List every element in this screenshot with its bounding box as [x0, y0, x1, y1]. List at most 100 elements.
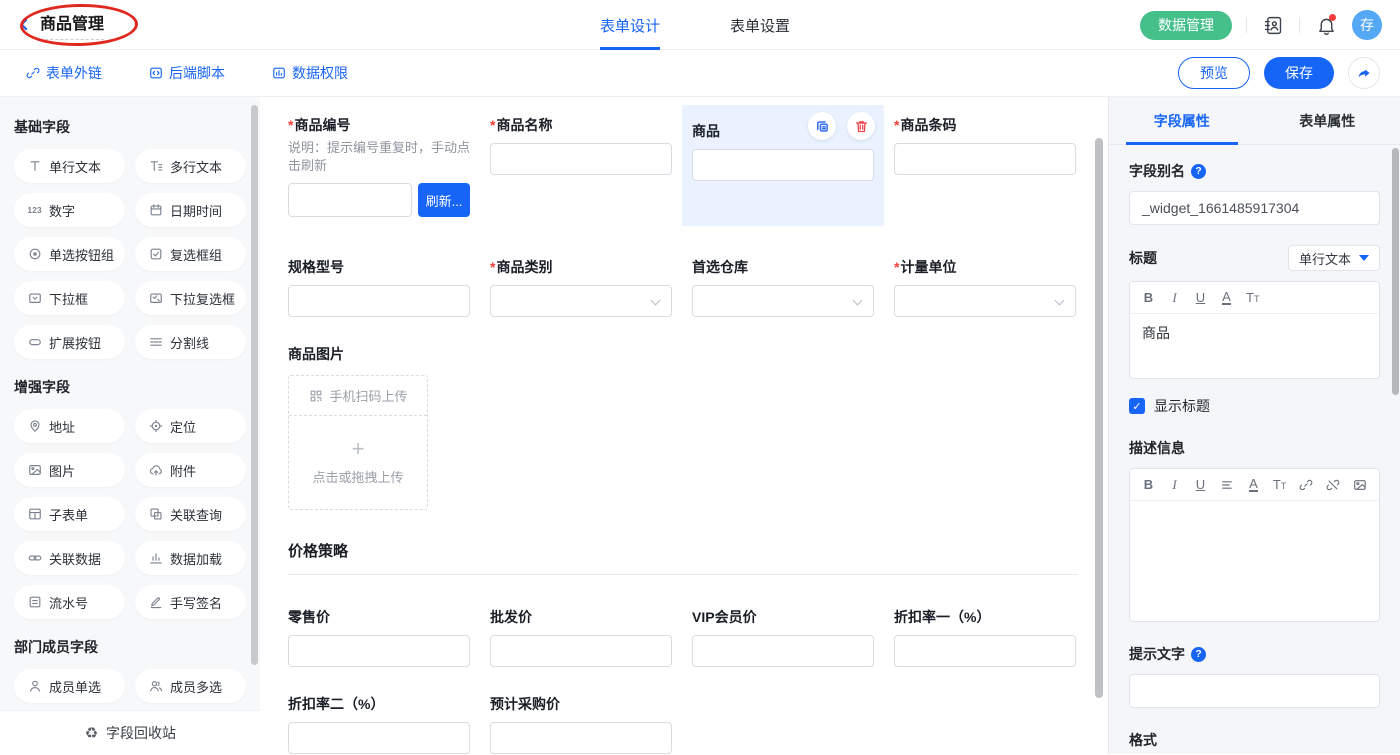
- unit-select[interactable]: [894, 285, 1076, 317]
- toolbar-link-data-permission[interactable]: 数据权限: [271, 63, 348, 83]
- sidebar-item-number[interactable]: 123数字: [14, 193, 125, 227]
- description-editor-content[interactable]: [1130, 501, 1379, 621]
- field-category[interactable]: *商品类别: [490, 258, 672, 317]
- checkbox-checked-icon[interactable]: ✓: [1129, 398, 1145, 414]
- save-button[interactable]: 保存: [1264, 57, 1334, 89]
- discount-2-input[interactable]: [288, 722, 470, 754]
- sidebar-item-location[interactable]: 定位: [135, 409, 246, 443]
- sidebar-item-select[interactable]: 下拉框: [14, 281, 125, 315]
- field-purchase-price[interactable]: 预计采购价: [490, 695, 672, 754]
- sidebar-item-signature[interactable]: 手写签名: [135, 585, 246, 619]
- italic-tool-icon[interactable]: I: [1168, 290, 1181, 306]
- sidebar-item-divider[interactable]: 分割线: [135, 325, 246, 359]
- purchase-price-input[interactable]: [490, 722, 672, 754]
- bold-tool-icon[interactable]: B: [1142, 290, 1155, 305]
- field-vip-price[interactable]: VIP会员价: [692, 608, 874, 667]
- tab-form-settings[interactable]: 表单设置: [730, 0, 790, 50]
- imgtool-tool-icon[interactable]: [1353, 478, 1367, 492]
- fontsize-tool-icon[interactable]: TT: [1273, 477, 1286, 492]
- field-retail-price[interactable]: 零售价: [288, 608, 470, 667]
- field-type-select[interactable]: 单行文本: [1288, 245, 1380, 271]
- wholesale-price-input[interactable]: [490, 635, 672, 667]
- scan-upload-button[interactable]: 手机扫码上传: [289, 376, 427, 416]
- field-discount-2[interactable]: 折扣率二（%）: [288, 695, 470, 754]
- notification-bell-icon[interactable]: [1314, 13, 1338, 37]
- sidebar-scrollbar[interactable]: [251, 105, 258, 665]
- share-button[interactable]: [1348, 57, 1380, 89]
- field-wholesale-price[interactable]: 批发价: [490, 608, 672, 667]
- avatar[interactable]: 存: [1352, 10, 1382, 40]
- address-book-icon[interactable]: [1261, 13, 1285, 37]
- sidebar-item-datetime[interactable]: 日期时间: [135, 193, 246, 227]
- product-code-input[interactable]: [288, 183, 412, 217]
- sidebar-item-linked-data[interactable]: 关联数据: [14, 541, 125, 575]
- copy-field-button[interactable]: [808, 112, 836, 140]
- retail-price-input[interactable]: [288, 635, 470, 667]
- click-upload-area[interactable]: + 点击或拖拽上传: [289, 416, 427, 509]
- selected-field-product[interactable]: 商品: [682, 105, 884, 226]
- sidebar-item-multi-select[interactable]: 下拉复选框: [135, 281, 246, 315]
- title-editor-content[interactable]: 商品: [1130, 314, 1379, 378]
- back-button[interactable]: [12, 13, 36, 37]
- field-product-code[interactable]: *商品编号 说明：提示编号重复时，手动点击刷新 刷新...: [288, 116, 470, 217]
- sidebar-item-attachment[interactable]: 附件: [135, 453, 246, 487]
- field-product-image[interactable]: 商品图片 手机扫码上传 + 点击或拖拽上传: [288, 345, 1108, 510]
- data-manage-button[interactable]: 数据管理: [1140, 11, 1232, 40]
- sidebar-item-radio-group[interactable]: 单选按钮组: [14, 237, 125, 271]
- product-input[interactable]: [692, 149, 874, 181]
- question-icon[interactable]: ?: [1191, 164, 1206, 179]
- sidebar-item-linked-query[interactable]: 关联查询: [135, 497, 246, 531]
- delete-field-button[interactable]: [847, 112, 875, 140]
- linkeddata-icon: [27, 551, 42, 566]
- tab-field-properties[interactable]: 字段属性: [1109, 97, 1255, 144]
- vip-price-input[interactable]: [692, 635, 874, 667]
- field-alias-input[interactable]: _widget_1661485917304: [1129, 191, 1380, 225]
- preview-button[interactable]: 预览: [1178, 57, 1250, 89]
- field-recycle-bin[interactable]: ♻ 字段回收站: [0, 710, 260, 754]
- sidebar-item-member-multi[interactable]: 成员多选: [135, 669, 246, 703]
- discount-1-input[interactable]: [894, 635, 1076, 667]
- underline-tool-icon[interactable]: U: [1194, 290, 1207, 305]
- unlink-tool-icon[interactable]: [1326, 478, 1340, 492]
- tab-form-design[interactable]: 表单设计: [600, 0, 660, 50]
- sidebar-item-text[interactable]: 单行文本: [14, 149, 125, 183]
- tab-form-properties[interactable]: 表单属性: [1255, 97, 1400, 144]
- field-spec-model[interactable]: 规格型号: [288, 258, 470, 317]
- field-product-name[interactable]: *商品名称: [490, 116, 672, 175]
- sidebar-item-ext-button[interactable]: 扩展按钮: [14, 325, 125, 359]
- hint-text-input[interactable]: [1129, 674, 1380, 708]
- field-warehouse[interactable]: 首选仓库: [692, 258, 874, 317]
- italic-tool-icon[interactable]: I: [1168, 477, 1181, 493]
- category-select[interactable]: [490, 285, 672, 317]
- sidebar-item-subform[interactable]: 子表单: [14, 497, 125, 531]
- sidebar-item-image[interactable]: 图片: [14, 453, 125, 487]
- field-discount-1[interactable]: 折扣率一（%）: [894, 608, 1076, 667]
- spec-model-input[interactable]: [288, 285, 470, 317]
- fontsize-tool-icon[interactable]: TT: [1246, 290, 1259, 305]
- bold-tool-icon[interactable]: B: [1142, 477, 1155, 492]
- barcode-input[interactable]: [894, 143, 1076, 175]
- field-unit[interactable]: *计量单位: [894, 258, 1076, 317]
- panel-scrollbar[interactable]: [1392, 148, 1399, 395]
- align-tool-icon[interactable]: [1220, 478, 1234, 492]
- canvas-scrollbar[interactable]: [1095, 138, 1103, 698]
- sidebar-item-textarea[interactable]: 多行文本: [135, 149, 246, 183]
- sidebar-item-serial-number[interactable]: 流水号: [14, 585, 125, 619]
- product-name-input[interactable]: [490, 143, 672, 175]
- refresh-button[interactable]: 刷新...: [418, 183, 470, 217]
- sidebar-item-data-load[interactable]: 数据加载: [135, 541, 246, 575]
- fontcolor-tool-icon[interactable]: A: [1220, 290, 1233, 305]
- underline-tool-icon[interactable]: U: [1194, 477, 1207, 492]
- toolbar-link-backend-script[interactable]: 后端脚本: [148, 63, 225, 83]
- show-title-checkbox-row[interactable]: ✓ 显示标题: [1129, 396, 1380, 416]
- fontcolor-tool-icon[interactable]: A: [1247, 477, 1260, 492]
- section-title-price-strategy[interactable]: 价格策略: [288, 540, 1108, 561]
- sidebar-item-address[interactable]: 地址: [14, 409, 125, 443]
- question-icon[interactable]: ?: [1191, 647, 1206, 662]
- toolbar-link-form-external-link[interactable]: 表单外链: [25, 63, 102, 83]
- linktool-tool-icon[interactable]: [1299, 478, 1313, 492]
- warehouse-select[interactable]: [692, 285, 874, 317]
- sidebar-item-checkbox-group[interactable]: 复选框组: [135, 237, 246, 271]
- field-barcode[interactable]: *商品条码: [894, 116, 1076, 175]
- sidebar-item-member-single[interactable]: 成员单选: [14, 669, 125, 703]
